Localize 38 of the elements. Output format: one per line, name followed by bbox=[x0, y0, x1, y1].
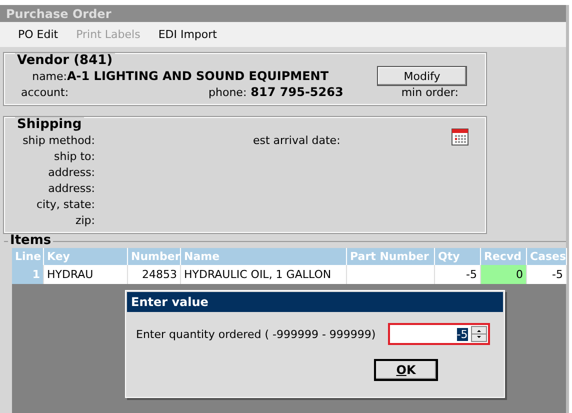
field-label: city, state: bbox=[36, 198, 95, 210]
field-label: ship method: bbox=[22, 134, 95, 146]
menu-item[interactable]: PO Edit bbox=[18, 28, 58, 41]
table-cell: -5 bbox=[527, 265, 567, 284]
field-label: ship to: bbox=[53, 150, 95, 162]
vendor-name: A-1 LIGHTING AND SOUND EQUIPMENT bbox=[67, 69, 329, 83]
field-label: zip: bbox=[74, 214, 95, 226]
field-label: est arrival date: bbox=[253, 134, 340, 146]
table-cell: 1 bbox=[12, 265, 44, 284]
table-cell: -5 bbox=[435, 265, 481, 284]
field-label: account: bbox=[21, 86, 69, 98]
table-cell: 0 bbox=[481, 265, 527, 284]
field-label: name: bbox=[31, 70, 67, 82]
column-header[interactable]: Cases bbox=[527, 248, 567, 265]
field-label: phone: bbox=[208, 86, 247, 98]
group-title: Shipping bbox=[15, 117, 84, 132]
column-header[interactable]: Key bbox=[44, 248, 128, 265]
phone-value: 817 795-5263 bbox=[250, 85, 344, 99]
column-header[interactable]: Number bbox=[128, 248, 181, 265]
window-title: Purchase Order bbox=[0, 5, 566, 22]
dialog-title: Enter value bbox=[127, 292, 503, 312]
table-cell: HYDRAU bbox=[44, 265, 128, 284]
column-header[interactable]: Line bbox=[12, 248, 44, 265]
column-header[interactable]: Name bbox=[181, 248, 347, 265]
field-label: address: bbox=[47, 166, 95, 178]
field-label: address: bbox=[47, 182, 95, 194]
prompt-text: Enter quantity ordered ( -999999 - 999999) bbox=[136, 328, 376, 340]
column-header[interactable]: Recvd bbox=[481, 248, 527, 265]
table-cell: 24853 bbox=[128, 265, 181, 284]
menu-item[interactable]: EDI Import bbox=[158, 28, 217, 41]
quantity-field[interactable]: -5 bbox=[388, 323, 490, 345]
field-label: min order: bbox=[401, 86, 458, 98]
ok-button[interactable]: OK bbox=[374, 359, 438, 381]
column-header[interactable]: Part Number bbox=[347, 248, 435, 265]
column-header[interactable]: Qty bbox=[435, 248, 481, 265]
group-title: Vendor (841) bbox=[15, 53, 115, 68]
modify-button[interactable]: Modify bbox=[377, 66, 467, 86]
table-cell: HYDRAULIC OIL, 1 GALLON bbox=[181, 265, 347, 284]
